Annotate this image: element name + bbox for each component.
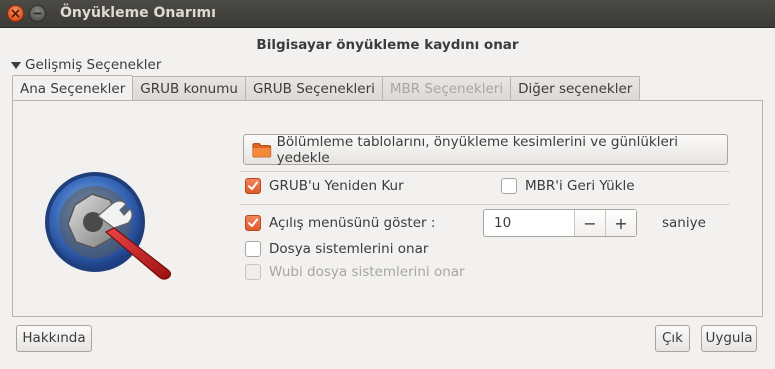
checkbox-unchecked-icon [501, 178, 517, 194]
repair-filesystems-checkbox[interactable]: Dosya sistemlerini onar [245, 241, 428, 257]
expander-label: Gelişmiş Seçenekler [25, 57, 162, 73]
restore-mbr-label: MBR'i Geri Yükle [525, 178, 635, 194]
timeout-value[interactable]: 10 [484, 210, 574, 236]
advanced-options-expander[interactable]: Gelişmiş Seçenekler [11, 57, 161, 73]
backup-button-label: Bölümleme tablolarını, önyükleme kesimle… [276, 133, 679, 166]
quit-button[interactable]: Çık [655, 325, 690, 352]
restore-mbr-checkbox[interactable]: MBR'i Geri Yükle [501, 178, 635, 194]
decrement-button[interactable]: − [574, 210, 605, 236]
repair-filesystems-label: Dosya sistemlerini onar [269, 241, 429, 257]
increment-button[interactable]: + [605, 210, 636, 236]
boot-repair-logo [40, 170, 190, 284]
show-boot-menu-label: Açılış menüsünü göster : [269, 215, 436, 231]
title-bar: Önyükleme Onarımı [0, 0, 775, 28]
tab-main-options[interactable]: Ana Seçenekler [12, 75, 134, 101]
show-boot-menu-checkbox[interactable]: Açılış menüsünü göster : [245, 215, 435, 231]
window-title: Önyükleme Onarımı [60, 5, 216, 21]
reinstall-grub-checkbox[interactable]: GRUB'u Yeniden Kur [245, 178, 404, 194]
repair-wubi-checkbox: Wubi dosya sistemlerini onar [245, 264, 465, 280]
minimize-window-button[interactable] [29, 5, 46, 22]
tab-grub-location[interactable]: GRUB konumu [133, 76, 246, 101]
backup-button[interactable]: Bölümleme tablolarını, önyükleme kesimle… [243, 133, 728, 166]
separator [240, 204, 730, 205]
close-window-button[interactable] [7, 5, 24, 22]
timeout-unit-label: saniye [662, 215, 706, 231]
tab-mbr-options: MBR Seçenekleri [382, 76, 512, 101]
expander-arrow-icon [11, 62, 21, 69]
timeout-spinbutton[interactable]: 10 − + [483, 209, 637, 237]
boot-repair-logo-icon [45, 172, 172, 280]
minimize-icon [33, 12, 42, 15]
reinstall-grub-label: GRUB'u Yeniden Kur [269, 178, 404, 194]
checkbox-disabled-icon [245, 264, 261, 280]
dialog-heading: Bilgisayar önyükleme kaydını onar [256, 37, 519, 53]
apply-button[interactable]: Uygula [701, 325, 757, 352]
checkbox-unchecked-icon [245, 241, 261, 257]
checkbox-checked-icon [245, 178, 261, 194]
tab-other-options[interactable]: Diğer seçenekler [511, 76, 641, 101]
separator [240, 171, 730, 172]
close-icon [11, 9, 20, 18]
tab-bar: Ana Seçenekler GRUB konumu GRUB Seçenekl… [12, 75, 641, 101]
folder-icon [252, 142, 272, 157]
tab-grub-options[interactable]: GRUB Seçenekleri [245, 76, 383, 101]
checkbox-checked-icon [245, 215, 261, 231]
about-button[interactable]: Hakkında [16, 325, 92, 352]
repair-wubi-label: Wubi dosya sistemlerini onar [269, 264, 465, 280]
